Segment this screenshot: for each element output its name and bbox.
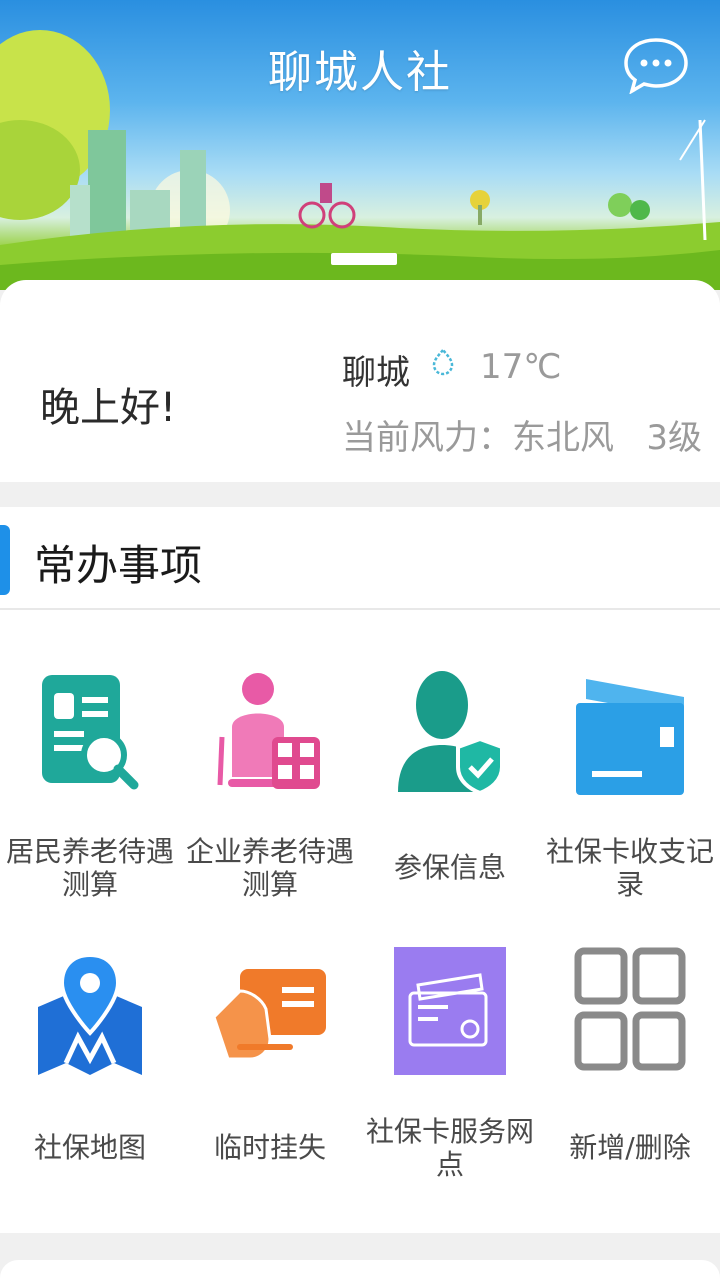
rain-drop-icon: [432, 348, 454, 376]
service-temp-loss[interactable]: 临时挂失: [180, 947, 360, 1227]
service-resident-pension[interactable]: 居民养老待遇 测算: [0, 667, 180, 947]
service-label: 企业养老待遇: [185, 835, 354, 868]
service-label: 社保卡收支记: [545, 835, 714, 868]
service-label-line2: 测算: [61, 868, 118, 901]
service-label: 临时挂失: [213, 1131, 326, 1164]
service-label: 新增/删除: [569, 1131, 691, 1164]
service-label-line2: 录: [615, 868, 644, 901]
app-title: 聊城人社: [268, 47, 452, 98]
chat-bubble-icon: [624, 38, 688, 95]
document-search-icon: [42, 675, 139, 790]
next-section-card: [0, 1260, 720, 1280]
service-enterprise-pension[interactable]: 企业养老待遇 测算: [180, 667, 360, 947]
carousel-indicator[interactable]: [331, 253, 397, 265]
card-icon: [576, 679, 684, 795]
greeting-text: 晚上好!: [40, 385, 177, 431]
service-label-line2: 点: [435, 1148, 464, 1181]
purple-card-icon: [394, 947, 506, 1075]
section-header: 常办事项: [0, 507, 720, 610]
service-label: 居民养老待遇: [5, 835, 174, 868]
service-ss-map[interactable]: 社保地图: [0, 947, 180, 1227]
top-banner[interactable]: 聊城人社: [0, 0, 720, 290]
service-label: 参保信息: [393, 851, 506, 884]
service-add-remove[interactable]: 新增/删除: [540, 947, 720, 1227]
elder-calculator-icon: [217, 673, 320, 789]
common-services-panel: 常办事项 居民养老待遇 测算 企业养老待遇 测算 参保信息 社保卡收支记 录 社…: [0, 507, 720, 1233]
hand-card-icon: [212, 969, 326, 1061]
service-card-records[interactable]: 社保卡收支记 录: [540, 667, 720, 947]
service-label-line2: 测算: [241, 868, 298, 901]
temperature: 17℃: [480, 347, 562, 387]
greeting-card: 晚上好! 聊城 17℃ 当前风力：东北风 3级: [0, 280, 720, 482]
city-name: 聊城: [342, 353, 410, 393]
message-button[interactable]: [622, 36, 690, 95]
section-accent-bar: [0, 525, 10, 595]
person-shield-icon: [398, 671, 504, 796]
service-insured-info[interactable]: 参保信息: [360, 667, 540, 947]
service-service-points[interactable]: 社保卡服务网 点: [360, 947, 540, 1227]
grid-icon: [574, 947, 686, 1071]
map-pin-icon: [38, 952, 142, 1075]
section-title: 常办事项: [34, 541, 203, 590]
service-label: 社保卡服务网: [365, 1115, 534, 1148]
wind-info: 当前风力：东北风 3级: [342, 418, 703, 458]
service-label: 社保地图: [33, 1131, 146, 1164]
